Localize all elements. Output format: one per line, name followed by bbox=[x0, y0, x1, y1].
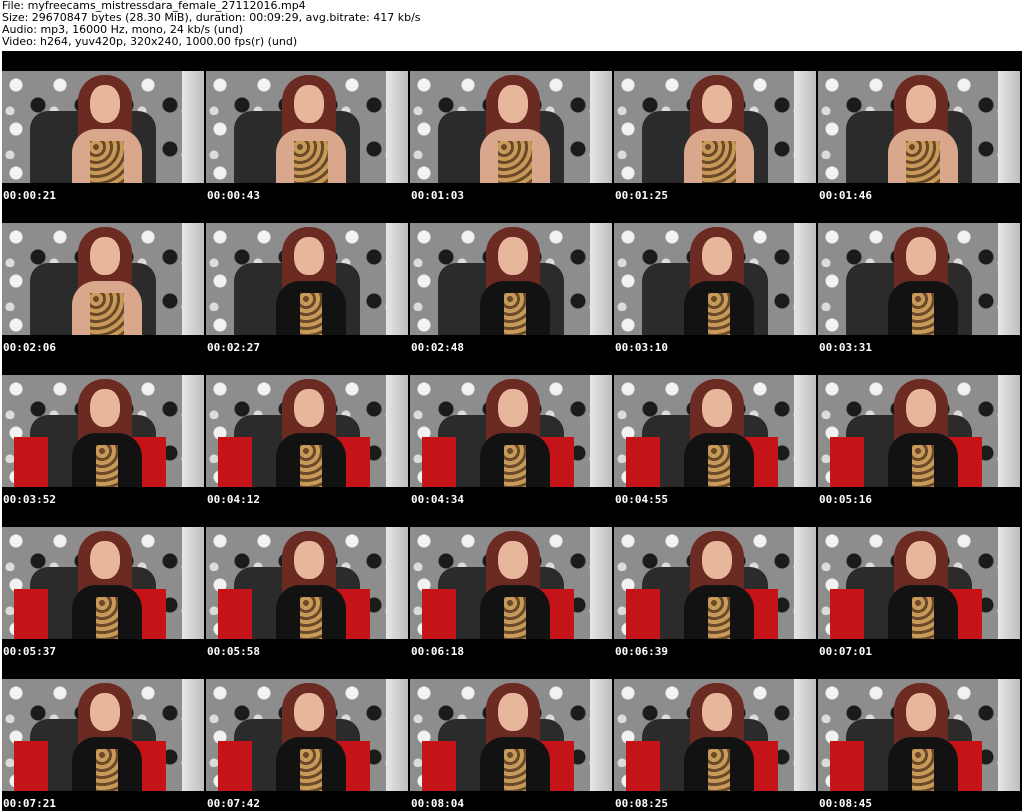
frame-timestamp: 00:01:46 bbox=[819, 189, 872, 202]
frame-timestamp: 00:04:34 bbox=[411, 493, 464, 506]
video-frame-image bbox=[614, 375, 816, 487]
video-frame-image bbox=[818, 527, 1020, 639]
video-frame-image bbox=[2, 71, 204, 183]
frame-timestamp: 00:05:58 bbox=[207, 645, 260, 658]
video-frame-image bbox=[410, 223, 612, 335]
video-frame-image bbox=[2, 527, 204, 639]
thumbnail-cell: 00:08:25 bbox=[614, 659, 818, 811]
video-frame-image bbox=[818, 71, 1020, 183]
video-frame-image bbox=[206, 375, 408, 487]
video-frame-image bbox=[2, 375, 204, 487]
video-frame-image bbox=[410, 375, 612, 487]
video-info-line: Video: h264, yuv420p, 320x240, 1000.00 f… bbox=[2, 35, 298, 48]
thumbnail-cell: 00:07:42 bbox=[206, 659, 410, 811]
thumbnail-cell: 00:02:48 bbox=[410, 203, 614, 355]
thumbnail-cell: 00:01:03 bbox=[410, 51, 614, 203]
thumbnail-cell: 00:05:16 bbox=[818, 355, 1022, 507]
frame-timestamp: 00:03:52 bbox=[3, 493, 56, 506]
frame-timestamp: 00:05:16 bbox=[819, 493, 872, 506]
video-frame-image bbox=[818, 375, 1020, 487]
video-frame-image bbox=[410, 71, 612, 183]
thumbnail-cell: 00:03:31 bbox=[818, 203, 1022, 355]
video-frame-image bbox=[614, 223, 816, 335]
frame-timestamp: 00:02:27 bbox=[207, 341, 260, 354]
frame-timestamp: 00:01:25 bbox=[615, 189, 668, 202]
thumbnail-cell: 00:02:06 bbox=[2, 203, 206, 355]
video-frame-image bbox=[2, 679, 204, 791]
thumbnail-cell: 00:01:25 bbox=[614, 51, 818, 203]
file-info-header: File: myfreecams_mistressdara_female_271… bbox=[2, 0, 1022, 48]
thumbnail-cell: 00:00:21 bbox=[2, 51, 206, 203]
frame-timestamp: 00:08:04 bbox=[411, 797, 464, 810]
video-frame-image bbox=[818, 223, 1020, 335]
video-frame-image bbox=[206, 527, 408, 639]
frame-timestamp: 00:08:25 bbox=[615, 797, 668, 810]
thumbnail-cell: 00:04:12 bbox=[206, 355, 410, 507]
frame-timestamp: 00:06:39 bbox=[615, 645, 668, 658]
frame-timestamp: 00:03:31 bbox=[819, 341, 872, 354]
video-frame-image bbox=[206, 71, 408, 183]
video-frame-image bbox=[206, 679, 408, 791]
video-frame-image bbox=[818, 679, 1020, 791]
frame-timestamp: 00:07:21 bbox=[3, 797, 56, 810]
thumbnail-cell: 00:05:58 bbox=[206, 507, 410, 659]
video-frame-image bbox=[614, 679, 816, 791]
frame-timestamp: 00:00:43 bbox=[207, 189, 260, 202]
frame-timestamp: 00:05:37 bbox=[3, 645, 56, 658]
video-frame-image bbox=[2, 223, 204, 335]
video-frame-image bbox=[410, 527, 612, 639]
frame-timestamp: 00:03:10 bbox=[615, 341, 668, 354]
frame-timestamp: 00:02:06 bbox=[3, 341, 56, 354]
frame-timestamp: 00:01:03 bbox=[411, 189, 464, 202]
thumbnail-cell: 00:01:46 bbox=[818, 51, 1022, 203]
frame-timestamp: 00:00:21 bbox=[3, 189, 56, 202]
frame-timestamp: 00:06:18 bbox=[411, 645, 464, 658]
thumbnail-cell: 00:07:01 bbox=[818, 507, 1022, 659]
thumbnail-cell: 00:06:18 bbox=[410, 507, 614, 659]
frame-timestamp: 00:04:12 bbox=[207, 493, 260, 506]
video-frame-image bbox=[206, 223, 408, 335]
thumbnail-cell: 00:07:21 bbox=[2, 659, 206, 811]
frame-timestamp: 00:07:01 bbox=[819, 645, 872, 658]
thumbnail-cell: 00:03:52 bbox=[2, 355, 206, 507]
thumbnail-cell: 00:06:39 bbox=[614, 507, 818, 659]
frame-timestamp: 00:02:48 bbox=[411, 341, 464, 354]
video-frame-image bbox=[614, 527, 816, 639]
thumbnail-cell: 00:08:45 bbox=[818, 659, 1022, 811]
thumbnail-cell: 00:05:37 bbox=[2, 507, 206, 659]
video-frame-image bbox=[614, 71, 816, 183]
thumbnail-cell: 00:04:55 bbox=[614, 355, 818, 507]
frame-timestamp: 00:04:55 bbox=[615, 493, 668, 506]
thumbnail-grid: 00:00:21 00:00:43 00:01:03 00:01:25 00:01:46… bbox=[2, 51, 1022, 811]
frame-timestamp: 00:08:45 bbox=[819, 797, 872, 810]
thumbnail-cell: 00:03:10 bbox=[614, 203, 818, 355]
thumbnail-cell: 00:08:04 bbox=[410, 659, 614, 811]
thumbnail-cell: 00:00:43 bbox=[206, 51, 410, 203]
thumbnail-cell: 00:02:27 bbox=[206, 203, 410, 355]
thumbnail-cell: 00:04:34 bbox=[410, 355, 614, 507]
frame-timestamp: 00:07:42 bbox=[207, 797, 260, 810]
video-frame-image bbox=[410, 679, 612, 791]
